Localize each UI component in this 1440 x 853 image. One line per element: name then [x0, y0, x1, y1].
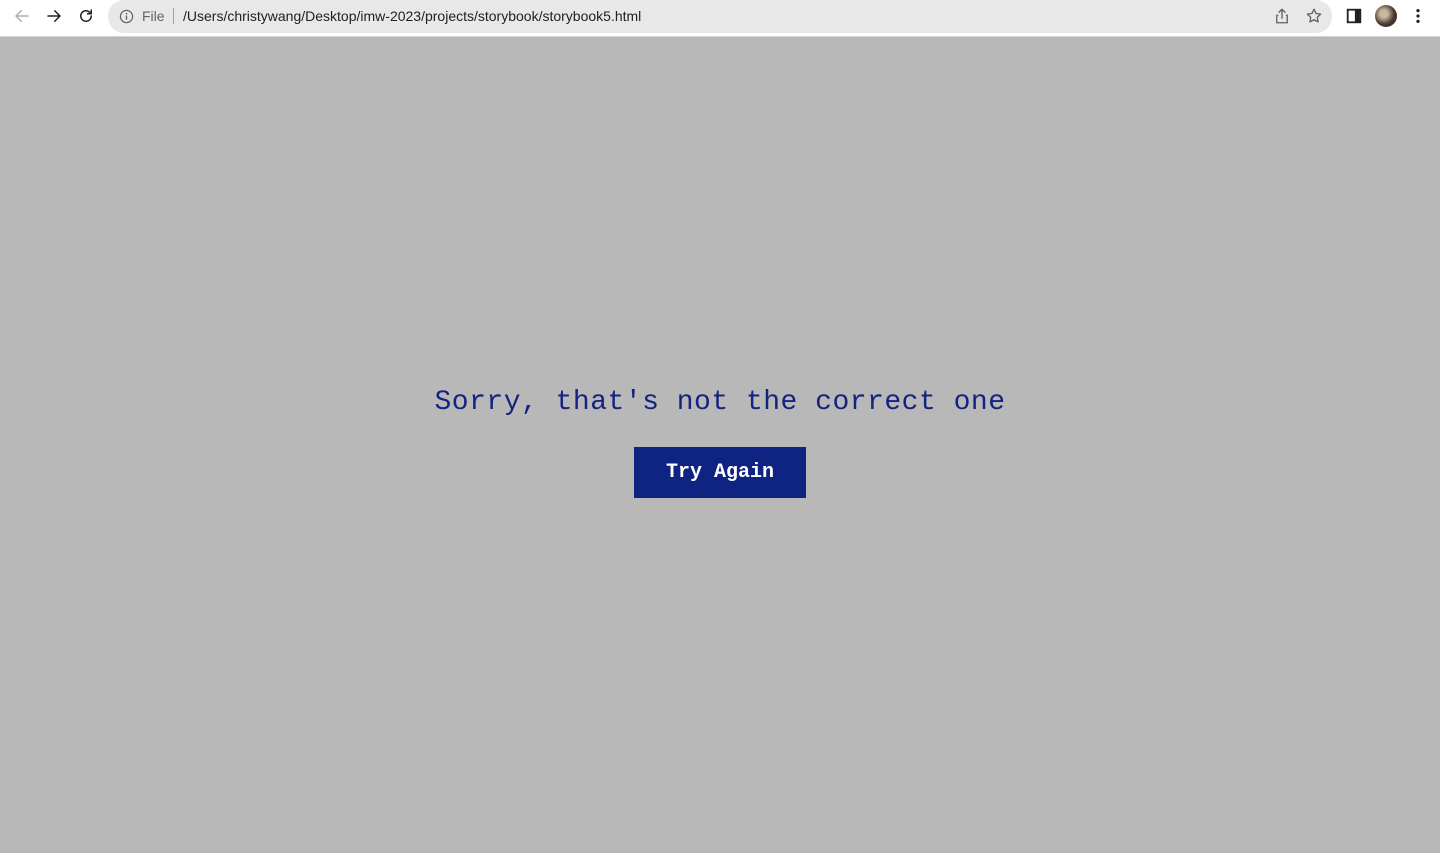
menu-button[interactable]: [1408, 6, 1428, 26]
browser-toolbar: File /Users/christywang/Desktop/imw-2023…: [0, 0, 1440, 37]
arrow-left-icon: [15, 10, 29, 22]
scheme-divider: [173, 8, 174, 24]
scheme-label: File: [142, 8, 165, 24]
info-icon[interactable]: [119, 9, 134, 24]
arrow-right-icon: [47, 10, 61, 22]
try-again-button[interactable]: Try Again: [634, 447, 806, 498]
page-content: Sorry, that's not the correct one Try Ag…: [0, 38, 1440, 853]
share-icon[interactable]: [1273, 7, 1291, 25]
back-button[interactable]: [8, 4, 36, 28]
star-icon[interactable]: [1305, 7, 1323, 25]
more-vertical-icon: [1416, 8, 1420, 24]
reload-button[interactable]: [72, 4, 100, 28]
forward-button[interactable]: [40, 4, 68, 28]
side-panel-button[interactable]: [1344, 6, 1364, 26]
reload-icon: [80, 9, 92, 22]
side-panel-icon: [1346, 8, 1362, 24]
avatar[interactable]: [1375, 5, 1397, 27]
url-text[interactable]: /Users/christywang/Desktop/imw-2023/proj…: [183, 8, 641, 24]
error-message: Sorry, that's not the correct one: [434, 387, 1006, 418]
address-bar[interactable]: File /Users/christywang/Desktop/imw-2023…: [108, 0, 1332, 33]
